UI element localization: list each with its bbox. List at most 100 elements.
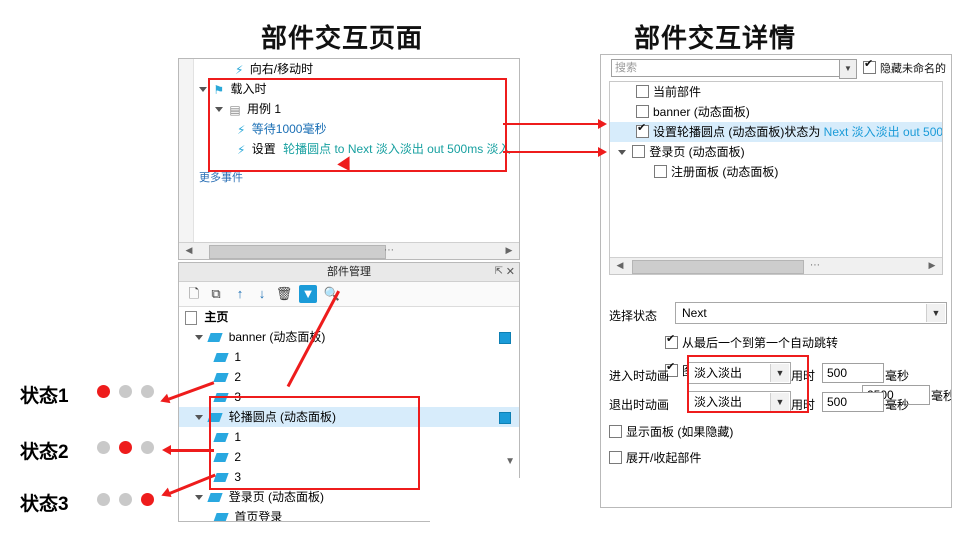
- tree-row-label: 当前部件: [653, 85, 702, 99]
- widget-tree-hscrollbar[interactable]: ◀ ⋯ ▶: [610, 257, 942, 274]
- visibility-badge[interactable]: [499, 332, 511, 344]
- auto-loop-checkbox[interactable]: 从最后一个到第一个自动跳转: [665, 333, 839, 351]
- list-item[interactable]: 主页: [179, 307, 519, 327]
- state-dot-1-c: [141, 385, 154, 398]
- widget-tree: 当前部件 banner (动态面板) 设置轮播圆点 (动态面板)状态为 Next…: [609, 81, 943, 275]
- tree-row-value: Next 淡入淡出 out 500ms: [823, 125, 943, 139]
- move-down-icon[interactable]: ↓: [253, 285, 271, 303]
- event-row-case[interactable]: ▤ 用例 1: [215, 99, 281, 119]
- state-dot-2-a: [97, 441, 110, 454]
- new-icon[interactable]: 🗋: [185, 285, 203, 303]
- checkbox-icon[interactable]: [636, 105, 649, 118]
- enter-time-input[interactable]: 500: [822, 363, 884, 383]
- exit-time-input[interactable]: 500: [822, 392, 884, 412]
- interaction-detail-panel: 搜索 ▼ 隐藏未命名的 当前部件 banner (动态面板) 设置轮播圆点 (动…: [600, 54, 952, 508]
- search-input[interactable]: 搜索: [611, 59, 844, 77]
- event-label: 设置: [251, 142, 276, 156]
- state-icon: [213, 453, 229, 463]
- list-item[interactable]: banner (动态面板): [179, 327, 519, 347]
- scroll-right-icon[interactable]: ▶: [926, 260, 938, 272]
- checkbox-icon[interactable]: [636, 122, 649, 138]
- checkbox-icon[interactable]: [632, 145, 646, 158]
- select-state-dropdown[interactable]: Next ▼: [675, 302, 947, 324]
- chevron-down-icon[interactable]: ▼: [839, 59, 857, 79]
- close-icon[interactable]: ✕: [506, 263, 515, 281]
- select-state-label: 选择状态: [609, 309, 658, 323]
- chevron-down-icon[interactable]: [195, 335, 203, 341]
- pin-icon[interactable]: ⇱: [495, 263, 503, 281]
- enter-time-unit: 毫秒: [885, 369, 910, 383]
- delete-icon[interactable]: 🗑: [275, 285, 293, 303]
- enter-anim-dropdown[interactable]: 淡入淡出 ▼: [687, 362, 791, 384]
- chevron-down-icon[interactable]: [199, 87, 207, 93]
- panel-icon: [207, 333, 223, 343]
- checkbox-icon[interactable]: [654, 165, 667, 178]
- move-up-icon[interactable]: ↑: [231, 285, 249, 303]
- state-icon: [213, 513, 229, 521]
- chevron-down-icon[interactable]: [195, 495, 203, 501]
- chevron-down-icon[interactable]: [195, 415, 203, 421]
- list-item[interactable]: 2: [179, 367, 519, 387]
- state-dot-2-b: [119, 441, 132, 454]
- hide-unnamed-checkbox[interactable]: 隐藏未命名的: [863, 58, 946, 76]
- component-manager-title: 部件管理 ⇱ ✕: [179, 263, 519, 282]
- event-label: 载入时: [230, 82, 267, 96]
- filter-icon[interactable]: ▼: [299, 285, 317, 303]
- annotation-arrow-1-line: [503, 123, 600, 125]
- chevron-down-icon[interactable]: ▼: [770, 393, 789, 411]
- annotation-arrow-2-head: [598, 147, 607, 157]
- bolt-icon: ⚡: [237, 142, 246, 157]
- tree-row[interactable]: 注册面板 (动态面板): [610, 162, 942, 182]
- list-item-label: 3: [234, 390, 242, 404]
- state-label-3: 状态3: [20, 494, 69, 515]
- enter-time-label: 用时: [791, 369, 816, 383]
- checkbox-icon[interactable]: [609, 451, 622, 464]
- list-item[interactable]: 1: [179, 347, 519, 367]
- event-row-onload[interactable]: ⚑ 载入时: [199, 79, 266, 99]
- checkbox-icon[interactable]: [863, 58, 876, 74]
- chevron-down-icon[interactable]: [215, 107, 223, 113]
- state-icon: [213, 353, 229, 363]
- expand-widget-checkbox[interactable]: 展开/收起部件: [609, 449, 701, 466]
- auto-loop-label: 从最后一个到第一个自动跳转: [682, 336, 839, 350]
- list-item-label: 登录页 (动态面板): [228, 490, 325, 504]
- chevron-down-icon[interactable]: [618, 150, 626, 156]
- visibility-badge[interactable]: [499, 412, 511, 424]
- show-panel-checkbox[interactable]: 显示面板 (如果隐藏): [609, 423, 733, 440]
- scroll-thumb[interactable]: [209, 245, 386, 259]
- state-dot-1-a: [97, 385, 110, 398]
- event-row[interactable]: ⚡ 向右/移动时: [193, 59, 313, 79]
- state-icon: [213, 373, 229, 383]
- events-panel-hscrollbar[interactable]: ◀ ⋯ ▶: [179, 242, 519, 259]
- checkbox-icon[interactable]: [665, 333, 678, 349]
- tree-row[interactable]: 当前部件: [610, 82, 942, 102]
- list-item[interactable]: 1: [179, 427, 519, 447]
- scroll-left-icon[interactable]: ◀: [183, 245, 195, 257]
- more-events-link[interactable]: 更多事件: [199, 169, 243, 185]
- tree-row-label: banner (动态面板): [653, 105, 750, 119]
- event-row-wait[interactable]: ⚡ 等待1000毫秒: [237, 119, 326, 139]
- checkbox-icon[interactable]: [609, 425, 622, 438]
- scroll-right-icon[interactable]: ▶: [503, 245, 515, 257]
- annotation-arrow-2-line: [503, 151, 600, 153]
- list-item[interactable]: 2 ▼: [179, 447, 519, 467]
- tree-row-selected[interactable]: 设置轮播圆点 (动态面板)状态为 Next 淡入淡出 out 500ms: [610, 122, 942, 142]
- checkbox-icon[interactable]: [636, 85, 649, 98]
- chevron-down-icon[interactable]: ▼: [926, 304, 945, 322]
- state-icon: [213, 433, 229, 443]
- tree-row[interactable]: banner (动态面板): [610, 102, 942, 122]
- chevron-down-icon[interactable]: ▼: [770, 364, 789, 382]
- page-title-left: 部件交互页面: [261, 23, 424, 53]
- list-item-selected[interactable]: 轮播圆点 (动态面板): [179, 407, 519, 427]
- event-icon: ⚑: [213, 82, 225, 97]
- component-manager-toolbar: 🗋 ⧉ ↑ ↓ 🗑 ▼ 🔍: [179, 282, 519, 307]
- exit-anim-dropdown[interactable]: 淡入淡出 ▼: [687, 391, 791, 413]
- bolt-icon: ⚡: [235, 62, 244, 77]
- scroll-left-icon[interactable]: ◀: [614, 260, 626, 272]
- list-item[interactable]: 3: [179, 387, 519, 407]
- scroll-thumb[interactable]: [632, 260, 804, 274]
- state-label-1: 状态1: [20, 386, 69, 407]
- event-row-set[interactable]: ⚡ 设置 轮播圆点 to Next 淡入淡出 out 500ms 淡入: [237, 139, 511, 159]
- copy-icon[interactable]: ⧉: [207, 285, 225, 303]
- tree-row[interactable]: 登录页 (动态面板): [610, 142, 942, 162]
